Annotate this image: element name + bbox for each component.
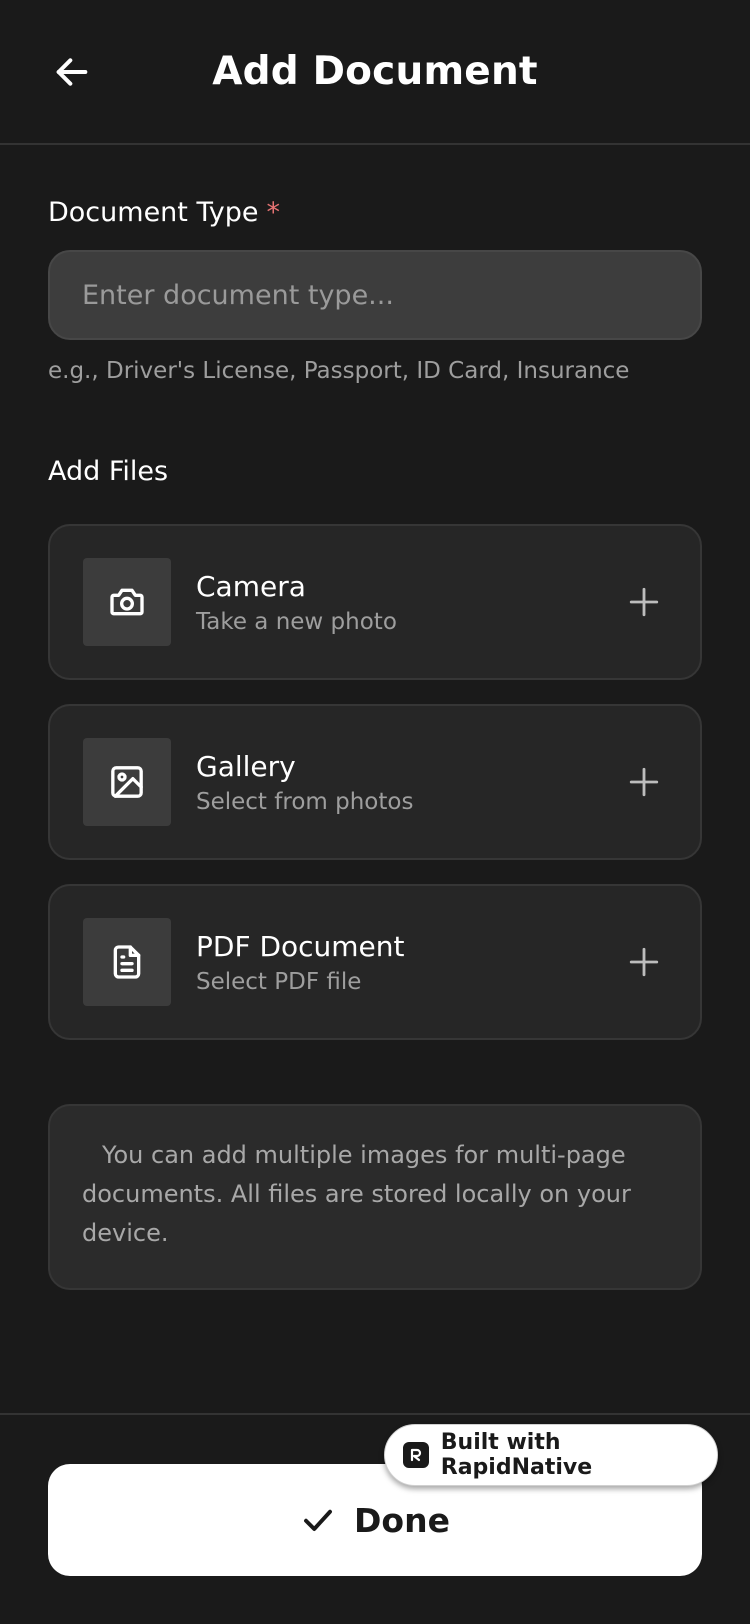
file-text-icon — [113, 945, 141, 979]
camera-option-subtitle: Take a new photo — [196, 609, 397, 635]
add-document-screen: Add Document Document Type* e.g., Driver… — [0, 0, 750, 1624]
gallery-add-button[interactable] — [624, 762, 664, 802]
plus-icon — [629, 587, 659, 617]
check-icon — [304, 1509, 332, 1531]
built-with-badge[interactable]: Built with RapidNative — [384, 1424, 718, 1486]
plus-icon — [629, 947, 659, 977]
gallery-option-icon-box — [83, 738, 171, 826]
gallery-option-subtitle: Select from photos — [196, 789, 414, 815]
document-type-label: Document Type * — [48, 196, 280, 230]
document-type-label-text: Document Type — [48, 197, 259, 228]
required-mark: * — [266, 197, 280, 228]
header: Add Document — [0, 0, 750, 145]
camera-add-button[interactable] — [624, 582, 664, 622]
camera-option[interactable]: Camera Take a new photo — [48, 524, 702, 680]
pdf-add-button[interactable] — [624, 942, 664, 982]
plus-icon — [629, 767, 659, 797]
info-text: You can add multiple images for multi-pa… — [82, 1141, 631, 1247]
camera-option-title: Camera — [196, 570, 306, 603]
done-button-label: Done — [354, 1500, 450, 1540]
camera-icon — [110, 588, 144, 616]
pdf-option-icon-box — [83, 918, 171, 1006]
pdf-option[interactable]: PDF Document Select PDF file — [48, 884, 702, 1040]
pdf-option-subtitle: Select PDF file — [196, 969, 362, 995]
gallery-option-title: Gallery — [196, 750, 296, 783]
add-files-label: Add Files — [48, 456, 169, 487]
footer-divider — [0, 1413, 750, 1415]
document-type-input[interactable] — [48, 250, 702, 340]
camera-option-icon-box — [83, 558, 171, 646]
info-box: You can add multiple images for multi-pa… — [48, 1104, 702, 1290]
badge-label: Built with RapidNative — [440, 1430, 593, 1480]
pdf-option-title: PDF Document — [196, 930, 405, 963]
image-icon — [111, 766, 143, 798]
document-type-hint: e.g., Driver's License, Passport, ID Car… — [48, 358, 630, 384]
rapidnative-logo-icon — [403, 1442, 429, 1468]
page-title: Add Document — [212, 49, 538, 94]
gallery-option[interactable]: Gallery Select from photos — [48, 704, 702, 860]
